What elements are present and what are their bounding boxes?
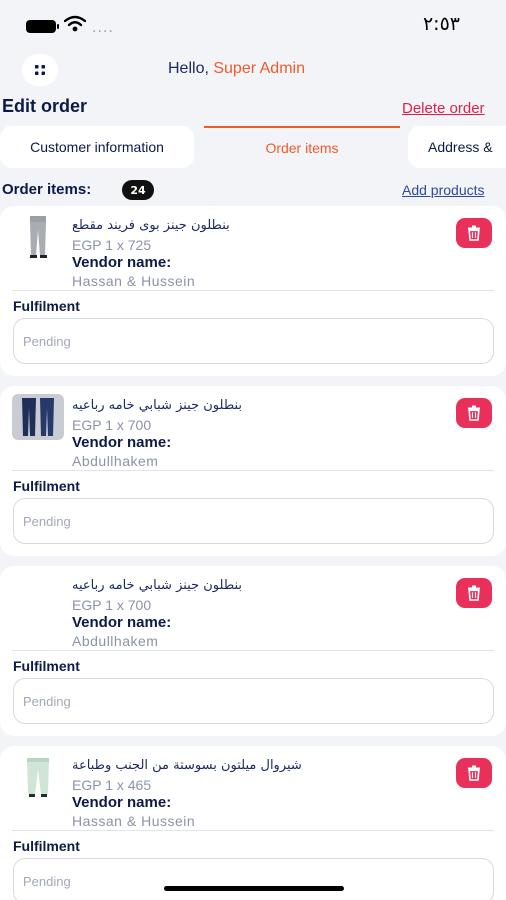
blue-jeans-thumbnail (12, 394, 64, 440)
greeting-text: Hello, (168, 60, 209, 77)
title-row: Edit order Delete order (0, 96, 506, 122)
clock: ٢:٥٣ (422, 13, 460, 35)
product-name: بنطلون جينز شبابي خامه رباعيه (72, 398, 243, 413)
fulfilment-label: Fulfilment (13, 658, 80, 674)
order-item-card: بنطلون جينز بوى فريند مقطع EGP 1 x 725 V… (0, 206, 506, 376)
fulfilment-label: Fulfilment (13, 478, 80, 494)
delete-item-button[interactable] (456, 578, 492, 608)
product-name: بنطلون جينز شبابي خامه رباعيه (72, 578, 243, 593)
vendor-label: Vendor name: (72, 434, 172, 451)
product-price: EGP 1 x 725 (72, 237, 152, 253)
vendor-label: Vendor name: (72, 614, 172, 631)
vendor-label: Vendor name: (72, 254, 172, 271)
mint-sweatpants-thumbnail (27, 758, 49, 797)
signal-icon: .... (92, 20, 114, 36)
trash-icon (468, 225, 480, 241)
divider (12, 290, 494, 291)
fulfilment-input[interactable]: Pending (13, 498, 494, 544)
order-item-card: شيروال ميلتون بسوستة من الجنب وطباعة EGP… (0, 746, 506, 900)
menu-button[interactable] (22, 54, 58, 86)
tab-bar: Customer information Order items Address… (0, 126, 506, 170)
vendor-label: Vendor name: (72, 794, 172, 811)
battery-icon (26, 20, 59, 33)
order-item-card: بنطلون جينز شبابي خامه رباعيه EGP 1 x 70… (0, 386, 506, 556)
trash-icon (468, 405, 480, 421)
grid-menu-icon (35, 65, 45, 75)
tab-order-items[interactable]: Order items (204, 126, 400, 168)
fulfilment-input[interactable]: Pending (13, 318, 494, 364)
vendor-name: Abdullhakem (72, 633, 159, 649)
trash-icon (468, 765, 480, 781)
delete-item-button[interactable] (456, 758, 492, 788)
delete-item-button[interactable] (456, 218, 492, 248)
product-name: شيروال ميلتون بسوستة من الجنب وطباعة (72, 758, 302, 773)
product-name: بنطلون جينز بوى فريند مقطع (72, 218, 230, 233)
order-items-label: Order items: (2, 181, 92, 198)
product-price: EGP 1 x 700 (72, 597, 152, 613)
trash-icon (468, 585, 480, 601)
status-bar: .... ٢:٥٣ (0, 0, 506, 50)
fulfilment-label: Fulfilment (13, 838, 80, 854)
grey-jeans-thumbnail (30, 216, 47, 258)
home-indicator (164, 886, 344, 891)
vendor-name: Hassan & Hussein (72, 813, 196, 829)
delete-order-link[interactable]: Delete order (402, 100, 485, 117)
divider (12, 470, 494, 471)
user-name: Super Admin (213, 60, 305, 77)
app-header: Hello, Super Admin (0, 54, 506, 86)
fulfilment-input[interactable]: Pending (13, 858, 494, 900)
items-count-badge: 24 (122, 180, 154, 200)
order-item-card: بنطلون جينز شبابي خامه رباعيه EGP 1 x 70… (0, 566, 506, 736)
delete-item-button[interactable] (456, 398, 492, 428)
greeting: Hello, Super Admin (168, 60, 305, 78)
product-price: EGP 1 x 700 (72, 417, 152, 433)
divider (12, 830, 494, 831)
order-items-header: Order items: 24 Add products (0, 180, 506, 202)
fulfilment-input[interactable]: Pending (13, 678, 494, 724)
vendor-name: Hassan & Hussein (72, 273, 196, 289)
wifi-icon (64, 15, 86, 32)
product-price: EGP 1 x 465 (72, 777, 152, 793)
tab-address[interactable]: Address & (408, 126, 506, 168)
page-title: Edit order (2, 96, 88, 116)
tab-customer-information[interactable]: Customer information (0, 126, 194, 168)
vendor-name: Abdullhakem (72, 453, 159, 469)
divider (12, 650, 494, 651)
add-products-link[interactable]: Add products (402, 182, 485, 198)
fulfilment-label: Fulfilment (13, 298, 80, 314)
